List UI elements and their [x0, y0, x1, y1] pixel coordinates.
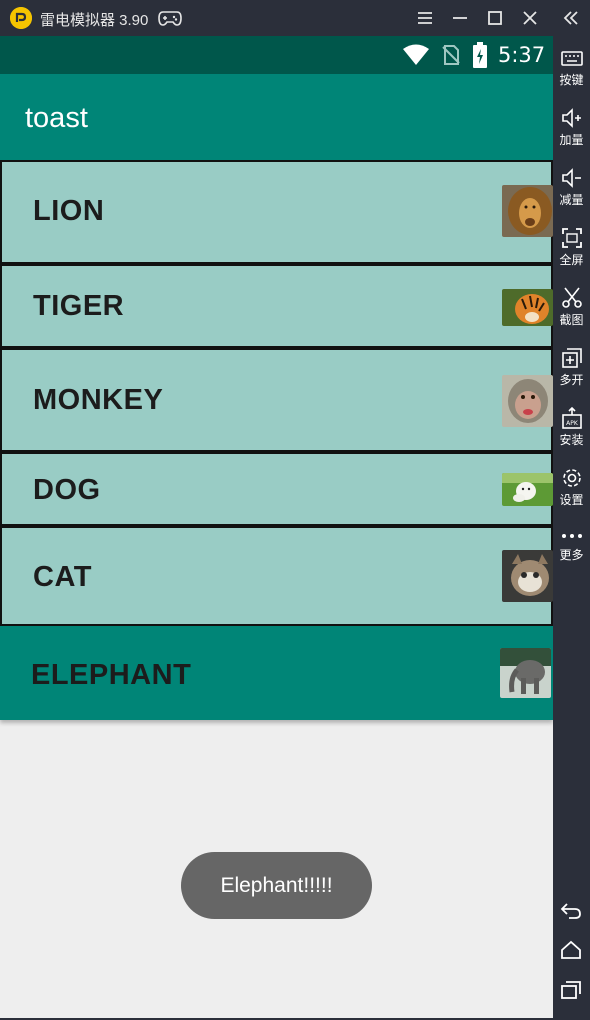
list-item-monkey[interactable]: MONKEY: [0, 348, 553, 452]
settings-button[interactable]: 设置: [553, 460, 590, 516]
screenshot-button[interactable]: 截图: [553, 280, 590, 336]
back-nav-button[interactable]: [559, 898, 583, 922]
svg-text:APK: APK: [566, 420, 579, 427]
side-button-label: 全屏: [559, 253, 584, 267]
status-bar: 5:37: [0, 36, 553, 74]
toast-message: Elephant!!!!!: [181, 852, 372, 919]
gear-icon: [562, 469, 581, 487]
side-button-label: 加量: [559, 133, 584, 147]
scissors-icon: [561, 287, 582, 308]
side-button-label: 更多: [559, 548, 584, 562]
recents-icon: [561, 981, 581, 999]
home-nav-button[interactable]: [559, 938, 583, 962]
side-button-label: 按键: [559, 73, 584, 87]
emulator-title: 雷电模拟器 3.90: [40, 12, 149, 29]
keyboard-icon: [560, 51, 583, 66]
minimize-icon[interactable]: [448, 6, 472, 30]
install-apk-button[interactable]: APK 安装: [553, 400, 590, 456]
multi-instance-button[interactable]: 多开: [553, 340, 590, 396]
app-title: toast: [25, 102, 88, 134]
cat-thumbnail: [502, 550, 553, 602]
fullscreen-icon: [561, 228, 582, 248]
emulator-logo-icon: [10, 7, 32, 29]
close-icon[interactable]: [518, 6, 542, 30]
elephant-thumbnail: [500, 648, 551, 698]
volume-down-icon: [561, 168, 581, 188]
side-button-label: 截图: [559, 313, 584, 327]
list-item-label: LION: [33, 195, 105, 227]
collapse-sidebar-icon[interactable]: [559, 6, 583, 30]
volume-down-button[interactable]: 减量: [553, 160, 590, 216]
tiger-thumbnail: [502, 289, 553, 326]
gamepad-icon[interactable]: [158, 9, 182, 27]
list-item-label: CAT: [33, 561, 92, 593]
list-item-tiger[interactable]: TIGER: [0, 264, 553, 348]
status-clock: 5:37: [498, 43, 546, 67]
list-item-lion[interactable]: LION: [0, 160, 553, 264]
list-item-dog[interactable]: DOG: [0, 452, 553, 526]
wifi-icon: [403, 44, 429, 65]
list-item-label: MONKEY: [33, 384, 164, 416]
apk-install-icon: APK: [561, 406, 582, 429]
list-item-elephant[interactable]: ELEPHANT: [0, 626, 553, 720]
side-button-label: 设置: [559, 493, 584, 507]
emulator-side-toolbar: 按键 加量 减量 全屏 截图 多开 APK 安装 设置 更多: [553, 36, 590, 1020]
side-button-label: 多开: [559, 373, 584, 387]
maximize-icon[interactable]: [483, 6, 507, 30]
more-button[interactable]: 更多: [553, 520, 590, 576]
battery-charging-icon: [473, 42, 487, 68]
side-button-label: 安装: [559, 433, 584, 447]
home-icon: [561, 940, 581, 959]
list-item-cat[interactable]: CAT: [0, 526, 553, 626]
multi-instance-icon: [561, 348, 582, 368]
emulator-title-bar: 雷电模拟器 3.90: [0, 0, 590, 36]
side-button-label: 减量: [559, 193, 584, 207]
menu-icon[interactable]: [413, 6, 437, 30]
lion-thumbnail: [502, 185, 553, 237]
recents-nav-button[interactable]: [559, 978, 583, 1002]
volume-up-button[interactable]: 加量: [553, 100, 590, 156]
list-item-label: TIGER: [33, 290, 125, 322]
dog-thumbnail: [502, 473, 553, 506]
monkey-thumbnail: [502, 375, 553, 427]
no-sim-icon: [442, 45, 460, 65]
list-item-label: ELEPHANT: [31, 659, 192, 691]
android-screen: 5:37 toast LION TIGER MONKEY DOG CAT ELE…: [0, 36, 553, 1018]
app-toolbar: toast: [0, 74, 553, 160]
fullscreen-button[interactable]: 全屏: [553, 220, 590, 276]
back-icon: [560, 903, 581, 919]
volume-up-icon: [561, 108, 581, 128]
list-item-label: DOG: [33, 474, 101, 506]
keyboard-button[interactable]: 按键: [553, 40, 590, 96]
